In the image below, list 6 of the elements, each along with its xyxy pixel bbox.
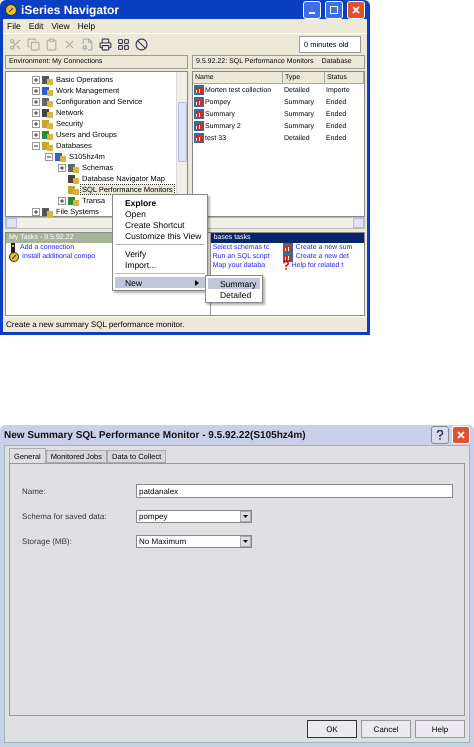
window-title: iSeries Navigator (21, 2, 120, 16)
dialog-title: New Summary SQL Performance Monitor - 9.5.92.22(S105hz4m) (4, 430, 307, 440)
field-label: Storage (MB): (22, 537, 73, 546)
field-label: Name: (22, 486, 47, 496)
status-bar: Create a new summary SQL performance monitor. (3, 316, 367, 332)
field-label: Schema for saved data: (22, 512, 108, 521)
